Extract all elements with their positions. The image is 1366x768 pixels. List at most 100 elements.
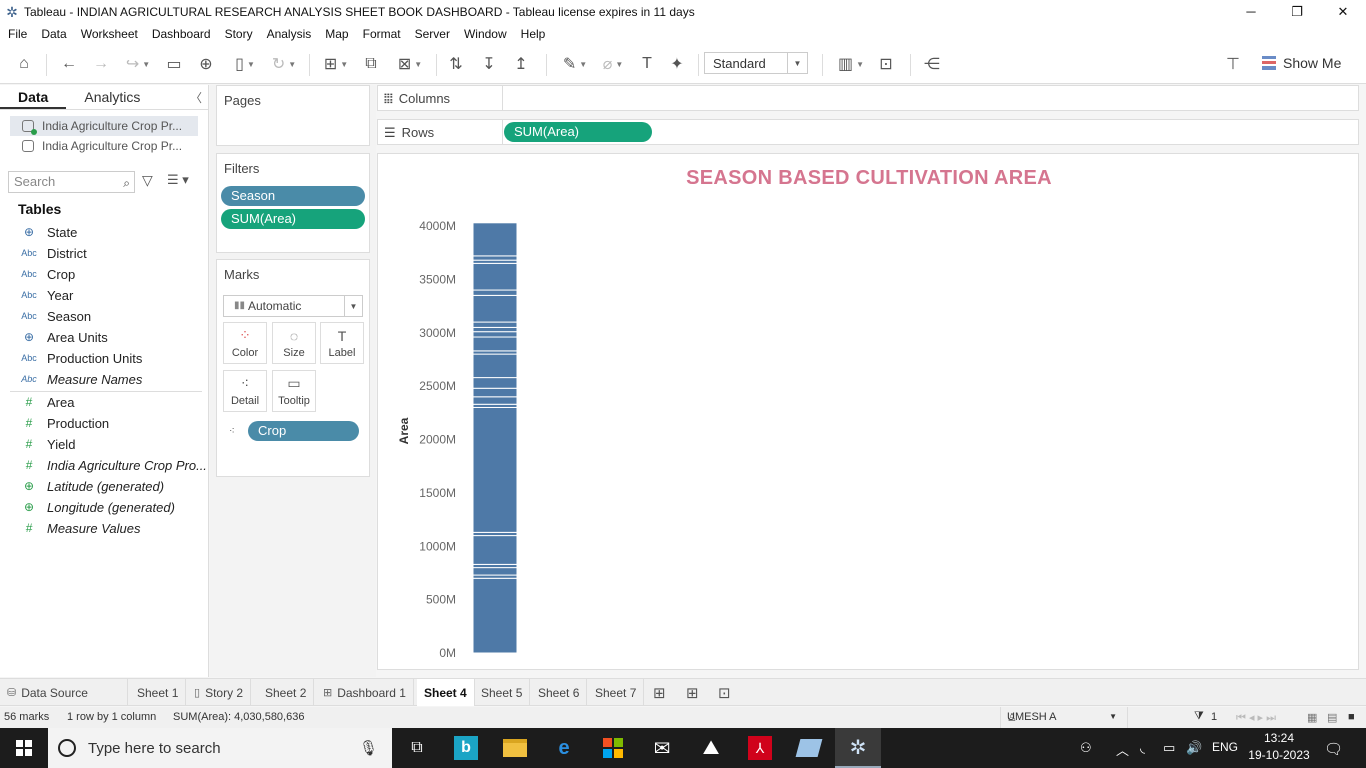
detail-button[interactable]: ⁖ Detail [223,370,267,412]
field-crop[interactable]: Abc Crop [18,264,75,284]
bar-segment[interactable] [472,294,518,323]
label-button[interactable]: T Label [320,322,364,364]
taskbar-search-input[interactable]: Type here to search 🎙 [48,728,392,768]
photos-icon[interactable]: ⛰ [688,728,734,768]
share-icon[interactable]: ⋲ [921,52,943,76]
tab-analytics[interactable]: Analytics [66,85,158,109]
field-area-units[interactable]: ⊕ Area Units [18,327,108,347]
notepad-icon[interactable] [786,728,832,768]
new-worksheet-icon[interactable]: ⊞ ▼ [318,52,354,76]
rows-pill-sum-area[interactable]: SUM(Area) [504,122,652,142]
clear-sheet-icon[interactable]: ⊠ ▼ [392,52,428,76]
microphone-icon[interactable]: 🎙 [359,739,378,757]
people-icon[interactable]: ⚇ [1080,740,1092,756]
bar-segment[interactable] [472,577,518,654]
show-me-button[interactable]: Show Me [1262,52,1341,74]
menu-story[interactable]: Story [219,27,259,41]
fix-axes-icon[interactable]: ✦ [666,52,688,76]
acrobat-icon[interactable]: ⅄ [737,728,783,768]
menu-data[interactable]: Data [35,27,72,41]
tooltip-button[interactable]: ▭ Tooltip [272,370,316,412]
menu-help[interactable]: Help [515,27,552,41]
tab-sheet-6[interactable]: Sheet 6 [531,679,588,706]
field-measure-names[interactable]: Abc Measure Names [18,369,142,389]
new-dashboard-icon[interactable]: ⊞ [686,684,699,702]
filter-icon[interactable]: ▽ [142,172,153,189]
mail-icon[interactable]: ✉ [639,728,685,768]
size-button[interactable]: ◌ Size [272,322,316,364]
highlighter-icon[interactable]: ⊤ [1222,52,1244,76]
redo-icon[interactable]: → [90,52,112,76]
save-icon[interactable]: ▭ [163,52,185,76]
menu-file[interactable]: File [2,27,33,41]
maximize-button[interactable]: ❐ [1274,0,1320,23]
bar-segment[interactable] [472,387,518,398]
menu-dashboard[interactable]: Dashboard [146,27,217,41]
tab-sheet-5[interactable]: Sheet 5 [474,679,531,706]
tab-sheet-2[interactable]: Sheet 2 [258,679,315,706]
menu-map[interactable]: Map [319,27,354,41]
tab-view-icon[interactable]: ■ [1348,711,1355,723]
new-story-icon[interactable]: ⊡ [718,684,731,702]
edge-icon[interactable]: e [541,728,587,768]
pause-updates-icon[interactable]: ▯ ▼ [227,52,263,76]
data-source-item[interactable]: India Agriculture Crop Pr... [10,136,198,156]
first-page-icon[interactable]: ⏮ ◂ ▸ ⏭ [1236,711,1276,725]
volume-icon[interactable]: 🔊 [1186,740,1202,756]
replay-icon[interactable]: ↪ ▼ [120,52,156,76]
tab-sheet-1[interactable]: Sheet 1 [130,679,187,706]
field-measure-values[interactable]: # Measure Values [18,518,141,538]
data-source-item[interactable]: India Agriculture Crop Pr... [10,116,198,136]
file-explorer-icon[interactable] [492,728,538,768]
refresh-icon[interactable]: ↻ ▼ [266,52,302,76]
field-latitude[interactable]: ⊕ Latitude (generated) [18,476,164,496]
field-district[interactable]: Abc District [18,243,86,263]
bar-segment[interactable] [472,567,518,576]
bar-segment[interactable] [472,321,518,328]
group-members-icon[interactable]: ⌀ ▼ [596,52,630,76]
task-view-icon[interactable]: ⧉ [394,728,440,768]
swap-rows-columns-icon[interactable]: ⇅ [445,52,467,76]
field-yield[interactable]: # Yield [18,434,76,454]
color-button[interactable]: ⁘ Color [223,322,267,364]
bar-segment[interactable] [472,336,518,352]
field-production-units[interactable]: Abc Production Units [18,348,142,368]
battery-icon[interactable]: ▭ [1163,740,1175,756]
new-data-source-icon[interactable]: ⊕ [195,52,217,76]
bar-segment[interactable] [472,353,518,379]
sort-descending-icon[interactable]: ↥ [510,52,532,76]
bar-segment[interactable] [472,406,518,533]
store-icon[interactable] [590,728,636,768]
field-production[interactable]: # Production [18,413,110,433]
grid-view-icon[interactable]: ▦ [1307,711,1317,724]
network-icon[interactable]: ◟ [1140,740,1145,756]
start-button[interactable] [0,728,48,768]
bar-segment[interactable] [472,377,518,389]
field-season[interactable]: Abc Season [18,306,91,326]
show-hidden-icons-icon[interactable]: ︿ [1116,740,1129,759]
close-button[interactable]: ✕ [1320,0,1366,23]
clock[interactable]: 13:24 19-10-2023 [1244,730,1314,764]
tableau-taskbar-icon[interactable]: ✲ [835,728,881,768]
bar-segment[interactable] [472,262,518,291]
minimize-button[interactable]: ─ [1228,0,1274,23]
menu-worksheet[interactable]: Worksheet [75,27,144,41]
menu-analysis[interactable]: Analysis [261,27,318,41]
bar-segment[interactable] [472,396,518,405]
undo-icon[interactable]: ← [58,52,80,76]
fit-select[interactable]: Standard ▼ [704,52,808,74]
menu-format[interactable]: Format [357,27,407,41]
mark-type-select[interactable]: ▮▮ Automatic ▼ [223,295,363,317]
field-record-count[interactable]: # India Agriculture Crop Pro... [18,455,207,475]
pages-card[interactable]: Pages [216,85,370,146]
presentation-mode-icon[interactable]: ⊡ [875,52,897,76]
filter-pill-sum-area[interactable]: SUM(Area) [221,209,365,229]
tab-dashboard-1[interactable]: ⊞ Dashboard 1 [316,679,414,706]
view-options-icon[interactable]: ☰ ▾ [167,172,189,188]
bar-segment[interactable] [472,222,518,257]
rows-shelf[interactable]: ☰ Rows SUM(Area) [377,119,1359,145]
menu-server[interactable]: Server [409,27,456,41]
tab-sheet-7[interactable]: Sheet 7 [588,679,645,706]
home-icon[interactable]: ⌂ [12,52,36,76]
user-menu[interactable]: ♙ UMESH A ▼ [1000,707,1128,728]
